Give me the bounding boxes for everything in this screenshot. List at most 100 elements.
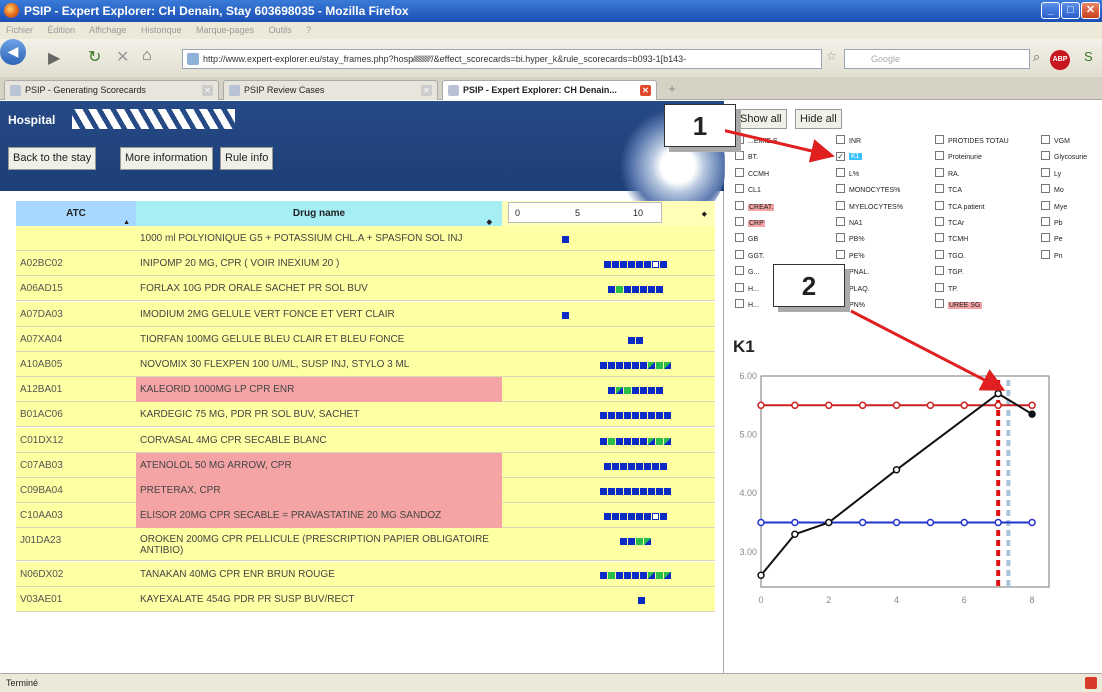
table-row[interactable]: C10AA03 ELISOR 20MG CPR SECABLE = PRAVAST… [16,503,715,529]
stop-icon[interactable]: ✕ [116,47,129,67]
checkbox-icon[interactable] [735,217,744,226]
reload-icon[interactable]: ↻ [88,47,101,67]
search-go-icon[interactable]: ⌕ [1033,49,1040,65]
lab-checkbox[interactable]: Proteinurie [935,151,982,163]
checkbox-icon[interactable] [935,184,944,194]
more-information-button[interactable]: More information [120,147,213,170]
adblock-icon[interactable]: ABP [1050,50,1070,70]
checkbox-icon[interactable] [935,266,944,276]
checkbox-icon[interactable] [935,233,944,243]
column-header-atc[interactable]: ATC ▲ [16,201,136,226]
lab-checkbox[interactable]: K1 [836,151,862,163]
lab-checkbox[interactable]: Mye [1041,200,1067,213]
checkbox-icon[interactable] [735,249,744,259]
checkbox-icon[interactable] [735,299,744,308]
checkbox-icon[interactable] [836,167,845,177]
lab-checkbox[interactable]: TGP. [935,266,963,278]
lab-checkbox[interactable]: GGT. [735,249,764,262]
checkbox-icon[interactable] [1041,217,1050,226]
checkbox-icon[interactable] [735,233,744,243]
checkbox-icon[interactable] [1041,167,1050,177]
checkbox-icon[interactable] [836,217,845,226]
menu-item-file[interactable]: Fichier [6,25,33,35]
checkbox-icon[interactable] [735,151,744,161]
show-all-button[interactable]: Show all [735,109,787,129]
table-row[interactable]: A10AB05 NOVOMIX 30 FLEXPEN 100 U/ML, SUSP… [16,352,715,377]
lab-checkbox[interactable]: GB [735,233,758,245]
table-row[interactable]: B01AC06 KARDEGIC 75 MG, PDR PR SOL BUV, S… [16,402,715,428]
hide-all-button[interactable]: Hide all [795,109,842,129]
tab-expert-explorer[interactable]: PSIP - Expert Explorer: CH Denain... ✕ [442,80,657,100]
lab-checkbox[interactable]: PROTIDES TOTAU [935,135,1009,147]
lab-checkbox[interactable]: MONOCYTES% [836,184,900,196]
bookmark-star-icon[interactable]: ☆ [826,49,837,63]
checkbox-icon[interactable] [836,135,845,144]
table-row[interactable]: N06DX02 TANAKAN 40MG CPR ENR BRUN ROUGE [16,561,715,587]
lab-checkbox[interactable]: TCMH [935,233,968,245]
checkbox-icon[interactable] [836,184,845,194]
lab-checkbox[interactable]: TCA [935,184,962,196]
lab-checkbox[interactable]: CRP [735,217,765,229]
lab-checkbox[interactable]: TP. [935,282,958,295]
table-row[interactable]: A12BA01 KALEORID 1000MG LP CPR ENR [16,377,715,403]
menu-item-history[interactable]: Historique [141,25,182,35]
lab-checkbox[interactable]: G... [735,266,759,278]
table-row[interactable]: C01DX12 CORVASAL 4MG CPR SECABLE BLANC [16,427,715,453]
lab-checkbox[interactable]: UREE SG [935,299,982,311]
table-row[interactable]: A06AD15 FORLAX 10G PDR ORALE SACHET PR SO… [16,276,715,302]
checkbox-icon[interactable] [935,200,944,210]
checkbox-icon[interactable] [735,135,744,144]
checkbox-icon[interactable] [935,249,944,259]
lab-checkbox[interactable]: CL1 [735,184,761,196]
maximize-button[interactable]: □ [1061,2,1080,19]
menu-item-bookmarks[interactable]: Marque-pages [196,25,254,35]
checkbox-icon[interactable] [1041,200,1050,210]
lab-checkbox[interactable]: L% [836,167,859,180]
checkbox-icon[interactable] [836,233,845,243]
checkbox-icon[interactable] [935,217,944,226]
checkbox-icon[interactable] [1041,184,1050,194]
lab-checkbox[interactable]: NA1 [836,217,863,229]
lab-checkbox[interactable]: PE% [836,249,865,262]
checkbox-icon[interactable] [735,266,744,276]
menu-item-help[interactable]: ? [306,25,311,35]
lab-checkbox[interactable]: TCA patient [935,200,985,213]
close-window-button[interactable]: ✕ [1081,2,1100,19]
lab-checkbox[interactable]: Pe [1041,233,1063,245]
table-row[interactable]: C07AB03 ATENOLOL 50 MG ARROW, CPR [16,452,715,478]
lab-checkbox[interactable]: TGO. [935,249,965,262]
tab-generating-scorecards[interactable]: PSIP - Generating Scorecards ✕ [4,80,219,100]
lab-checkbox[interactable]: Glycosurie [1041,151,1087,163]
checkbox-icon[interactable] [935,282,944,292]
rule-info-button[interactable]: Rule info [220,147,274,170]
home-icon[interactable]: ⌂ [142,47,152,65]
lab-checkbox[interactable]: INR [836,135,861,147]
checkbox-icon[interactable] [735,200,744,210]
address-bar[interactable]: http://www.expert-explorer.eu/stay_frame… [182,49,822,69]
tab-close-icon[interactable]: ✕ [202,85,213,96]
table-row[interactable]: A02BC02 INIPOMP 20 MG, CPR ( VOIR INEXIUM… [16,251,715,277]
sort-diamond-icon[interactable]: ◆ [702,210,707,218]
checkbox-icon[interactable] [935,135,944,144]
table-row[interactable]: A07XA04 TIORFAN 100MG GELULE BLEU CLAIR E… [16,326,715,352]
lab-checkbox[interactable]: CCMH [735,167,769,180]
lab-checkbox[interactable]: TCAr [935,217,964,229]
column-header-drug[interactable]: Drug name ◆ [136,201,502,226]
lab-checkbox[interactable]: BT. [735,151,758,163]
lab-checkbox[interactable]: PB% [836,233,865,245]
tab-review-cases[interactable]: PSIP Review Cases ✕ [223,80,438,100]
checkbox-icon[interactable] [735,167,744,177]
minimize-button[interactable]: _ [1041,2,1060,19]
checkbox-icon[interactable] [735,184,744,194]
table-row[interactable]: 1000 ml POLYIONIQUE G5 + POTASSIUM CHL.A… [16,226,715,251]
checkbox-icon[interactable] [735,282,744,292]
new-tab-button[interactable]: + [664,81,680,97]
menu-item-edit[interactable]: Édition [48,25,76,35]
checkbox-icon[interactable] [1041,135,1050,144]
checkbox-icon[interactable] [935,151,944,161]
lab-checkbox[interactable]: MYELOCYTES% [836,200,903,213]
lab-checkbox[interactable]: H... [735,299,759,311]
menu-item-tools[interactable]: Outils [269,25,292,35]
lab-checkbox[interactable]: Pn [1041,249,1063,262]
lab-checkbox[interactable]: ...EMIE S [735,135,778,147]
